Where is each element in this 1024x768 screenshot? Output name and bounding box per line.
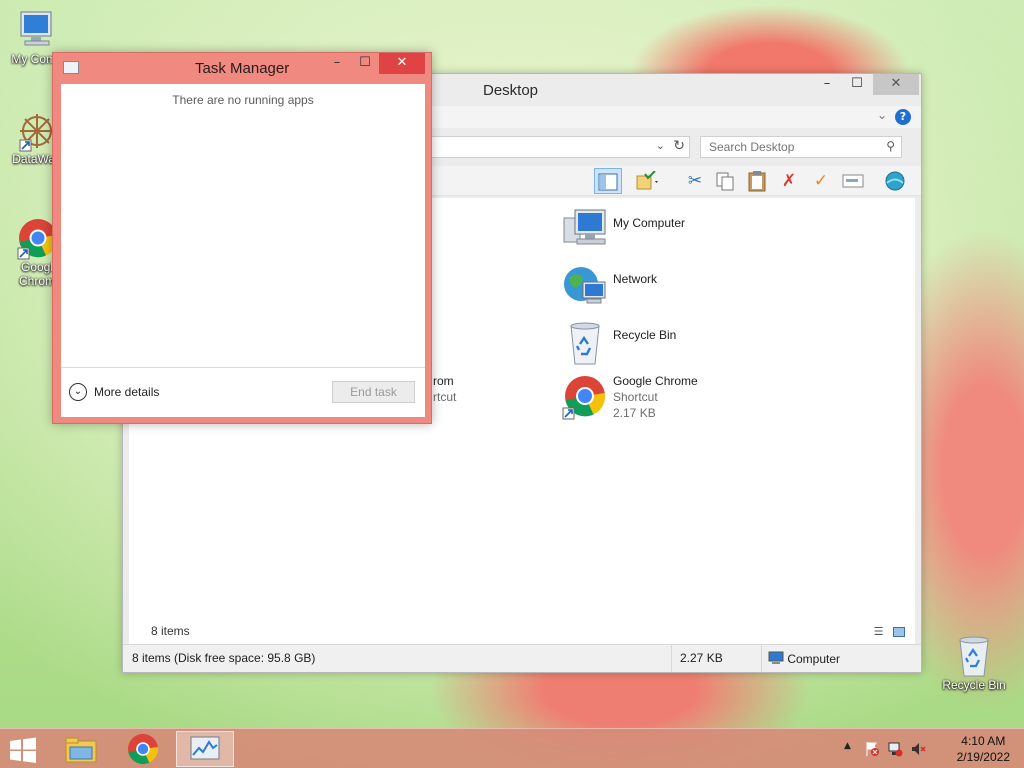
- chevron-down-icon: ⌄: [69, 383, 87, 401]
- status-location-label: Computer: [787, 652, 841, 666]
- item-name: My Computer: [613, 216, 686, 230]
- computer-icon: [20, 11, 52, 46]
- status-location: Computer: [761, 645, 840, 672]
- chevron-down-icon[interactable]: ⌄: [656, 139, 665, 152]
- confirm-button[interactable]: ✓: [807, 168, 835, 194]
- partial-item-type: rtcut: [433, 390, 457, 404]
- file-explorer-icon: [65, 737, 97, 763]
- chrome-icon: [562, 376, 606, 420]
- rename-icon: [842, 174, 864, 188]
- status-summary: 8 items (Disk free space: 95.8 GB): [132, 651, 316, 665]
- preview-pane-icon: [598, 173, 618, 191]
- recycle-bin-icon: [570, 322, 600, 365]
- clock-time: 4:10 AM: [961, 734, 1006, 748]
- chrome-icon: [128, 734, 159, 764]
- item-name: Network: [613, 272, 658, 286]
- system-tray: ▲ 4:10 AM 2/19/2022: [844, 729, 1024, 768]
- list-item-google-chrome[interactable]: Google Chrome Shortcut 2.17 KB: [561, 374, 761, 430]
- taskbar-google-chrome[interactable]: [114, 731, 172, 767]
- search-box[interactable]: ⚲: [700, 136, 902, 158]
- item-size: 2.17 KB: [613, 406, 656, 420]
- empty-message: There are no running apps: [172, 93, 314, 107]
- organize-button[interactable]: [633, 168, 661, 194]
- window-title: Desktop: [483, 82, 539, 99]
- taskbar-task-manager[interactable]: [176, 731, 234, 767]
- more-details-label: More details: [94, 385, 160, 399]
- globe-icon: [885, 171, 905, 191]
- copy-button[interactable]: [711, 168, 739, 194]
- status-size: 2.27 KB: [671, 645, 723, 672]
- view-toggle: ☰: [874, 625, 905, 638]
- maximize-button[interactable]: ☐: [351, 53, 379, 74]
- more-details-toggle[interactable]: ⌄ More details: [69, 383, 159, 401]
- recycle-bin-icon: [959, 636, 989, 677]
- task-manager-icon: [63, 61, 79, 74]
- details-view-icon[interactable]: ☰: [874, 625, 884, 638]
- expand-ribbon-chevron-icon[interactable]: ⌄: [877, 108, 887, 122]
- list-item-recycle-bin[interactable]: Recycle Bin: [561, 318, 761, 368]
- network-status-icon[interactable]: [887, 741, 903, 757]
- list-item-network[interactable]: Network: [561, 262, 761, 312]
- cut-button[interactable]: ✂: [681, 168, 709, 194]
- taskbar: ▲ 4:10 AM 2/19/2022: [0, 728, 1024, 768]
- refresh-icon[interactable]: ↻: [673, 138, 685, 154]
- folder-check-icon: [636, 170, 658, 190]
- show-hidden-icons-icon[interactable]: ▲: [844, 741, 851, 751]
- task-manager-icon: [190, 736, 220, 760]
- partial-item-name: rom: [433, 374, 454, 388]
- help-icon[interactable]: ?: [895, 109, 911, 125]
- desktop-icon-recycle-bin[interactable]: Recycle Bin: [937, 632, 1011, 692]
- task-manager-body: There are no running apps ⌄ More details…: [61, 84, 425, 417]
- status-bar: 8 items (Disk free space: 95.8 GB) 2.27 …: [123, 644, 921, 672]
- maximize-button[interactable]: ☐: [843, 74, 871, 95]
- task-manager-titlebar[interactable]: Task Manager – ☐ ✕: [53, 53, 431, 84]
- rename-button[interactable]: [839, 168, 867, 194]
- clock-date: 2/19/2022: [956, 750, 1010, 764]
- desktop-icon-label: Recycle Bin: [942, 678, 1006, 692]
- task-manager-window[interactable]: Task Manager – ☐ ✕ There are no running …: [52, 52, 432, 424]
- volume-muted-icon[interactable]: [910, 741, 926, 757]
- properties-button[interactable]: [881, 168, 909, 194]
- paste-button[interactable]: [743, 168, 771, 194]
- minimize-button[interactable]: –: [813, 74, 841, 95]
- window-title: Task Manager: [195, 60, 290, 77]
- start-button[interactable]: [8, 737, 38, 763]
- copy-icon: [716, 172, 734, 191]
- delete-button[interactable]: ✗: [775, 168, 803, 194]
- paste-icon: [748, 171, 766, 192]
- search-icon: ⚲: [886, 139, 895, 153]
- item-count: 8 items: [151, 624, 190, 638]
- clock[interactable]: 4:10 AM 2/19/2022: [957, 733, 1010, 765]
- task-manager-footer: ⌄ More details End task: [61, 367, 425, 417]
- list-item-my-computer[interactable]: My Computer: [561, 206, 761, 256]
- preview-pane-button[interactable]: [594, 168, 622, 194]
- item-type: Shortcut: [613, 390, 658, 404]
- windows-logo-icon: [10, 737, 36, 763]
- computer-icon: [563, 209, 606, 245]
- large-icons-view-icon[interactable]: [893, 627, 905, 637]
- network-icon: [564, 267, 606, 304]
- search-input[interactable]: [701, 137, 871, 157]
- taskbar-file-explorer[interactable]: [52, 731, 110, 767]
- close-button[interactable]: ✕: [379, 53, 425, 74]
- close-button[interactable]: ✕: [873, 74, 919, 95]
- computer-icon: [768, 651, 784, 664]
- item-name: Recycle Bin: [613, 328, 677, 342]
- action-center-flag-icon[interactable]: [864, 741, 880, 757]
- item-name: Google Chrome: [613, 374, 698, 388]
- end-task-button[interactable]: End task: [332, 381, 415, 403]
- minimize-button[interactable]: –: [323, 53, 351, 74]
